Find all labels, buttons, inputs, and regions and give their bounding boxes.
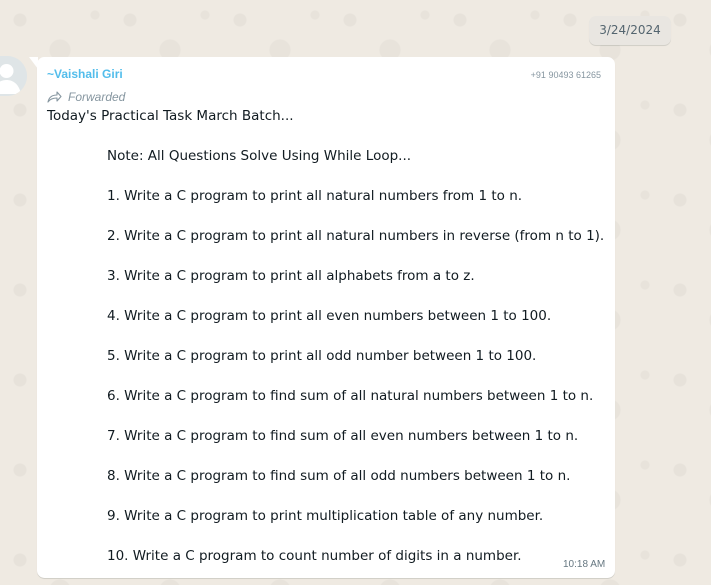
question-item: 3. Write a C program to print all alphab… <box>107 268 475 284</box>
question-item: 9. Write a C program to print multiplica… <box>107 508 544 524</box>
question-item: 10. Write a C program to count number of… <box>107 548 522 564</box>
question-item: 2. Write a C program to print all natura… <box>107 228 605 244</box>
message-text: Today's Practical Task March Batch... No… <box>47 106 604 566</box>
question-item: 7. Write a C program to find sum of all … <box>107 428 579 444</box>
message-title-line: Today's Practical Task March Batch... <box>47 108 294 124</box>
message-timestamp: 10:18 AM <box>563 559 606 570</box>
forwarded-indicator: Forwarded <box>47 90 125 104</box>
default-avatar-icon <box>0 56 27 96</box>
message-note-line: Note: All Questions Solve Using While Lo… <box>107 148 412 164</box>
sender-phone: +91 90493 61265 <box>530 70 601 80</box>
sender-name[interactable]: ~Vaishali Giri <box>47 67 123 81</box>
question-item: 8. Write a C program to find sum of all … <box>107 468 571 484</box>
question-item: 6. Write a C program to find sum of all … <box>107 388 594 404</box>
question-item: 1. Write a C program to print all natura… <box>107 188 523 204</box>
question-item: 5. Write a C program to print all odd nu… <box>107 348 537 364</box>
forwarded-label: Forwarded <box>68 90 126 104</box>
sender-avatar[interactable] <box>0 56 27 96</box>
forward-arrow-icon <box>47 91 62 103</box>
question-item: 4. Write a C program to print all even n… <box>107 308 552 324</box>
date-chip: 3/24/2024 <box>589 16 671 45</box>
